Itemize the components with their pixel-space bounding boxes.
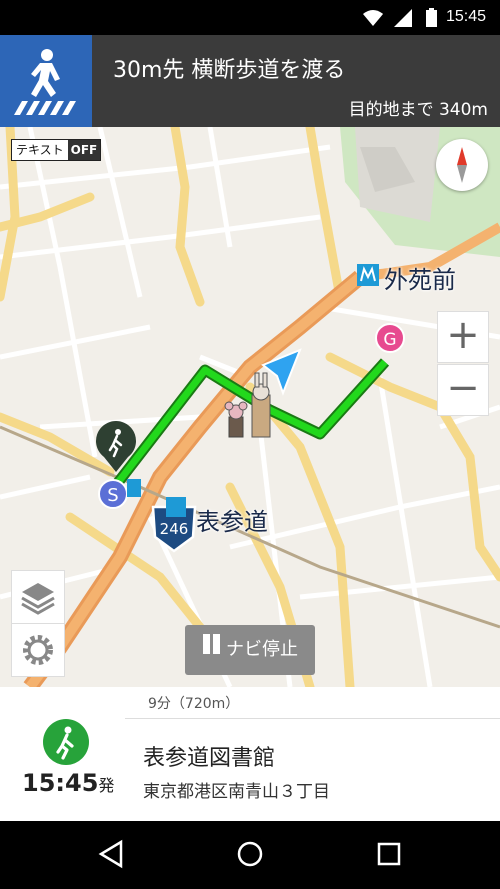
start-marker: S — [98, 479, 128, 509]
text-toggle-state: OFF — [67, 140, 101, 160]
compass-icon — [457, 147, 467, 183]
destination-name: 表参道図書館 — [143, 746, 276, 771]
wifi-icon — [363, 10, 383, 26]
divider — [125, 718, 500, 719]
recents-icon[interactable] — [374, 839, 404, 869]
map-base: S G 246 — [0, 127, 500, 687]
map-view[interactable]: S G 246 外苑前 表参道 テキスト OFF + − ナビ停止 — [0, 127, 500, 687]
svg-text:S: S — [107, 485, 118, 506]
stop-navigation-label: ナビ停止 — [226, 639, 298, 660]
android-navigation-bar — [0, 821, 500, 889]
svg-text:G: G — [383, 330, 396, 350]
pause-icon — [202, 625, 222, 675]
status-bar: 15:45 — [0, 0, 500, 35]
battery-icon — [426, 8, 437, 27]
character-rabbit-icon — [251, 372, 271, 438]
navigation-header: 30m先 横断歩道を渡る 目的地まで 340m — [0, 35, 500, 127]
walking-person-icon — [43, 719, 89, 765]
layers-icon — [21, 583, 55, 615]
zoom-in-button[interactable]: + — [437, 311, 489, 363]
back-icon[interactable] — [97, 839, 127, 869]
goal-marker: G — [375, 323, 405, 353]
signal-icon — [394, 9, 412, 27]
departure-suffix: 発 — [98, 776, 115, 795]
settings-button[interactable] — [11, 623, 65, 677]
departure-time: 15:45発 — [22, 769, 115, 797]
destination-address: 東京都港区南青山３丁目 — [143, 782, 330, 802]
character-mouse-icon — [224, 401, 248, 438]
stop-navigation-button[interactable]: ナビ停止 — [185, 625, 315, 675]
text-toggle[interactable]: テキスト OFF — [11, 139, 102, 161]
layers-button[interactable] — [11, 570, 65, 624]
home-icon[interactable] — [235, 839, 265, 869]
turn-instruction: 30m先 横断歩道を渡る — [113, 58, 346, 83]
clock: 15:45 — [445, 8, 486, 25]
compass-button[interactable] — [436, 139, 488, 191]
route-summary-panel[interactable]: 9分（720m） 15:45発 表参道図書館 東京都港区南青山３丁目 — [0, 687, 500, 821]
text-toggle-label: テキスト — [16, 143, 64, 157]
pedestrian-crossing-icon — [0, 35, 92, 127]
gear-icon — [23, 635, 53, 665]
zoom-out-button[interactable]: − — [437, 364, 489, 416]
station-label-gaienmae: 外苑前 — [384, 266, 456, 294]
svg-text:246: 246 — [160, 520, 189, 538]
route-duration: 9分（720m） — [148, 696, 240, 712]
station-label-omotesando: 表参道 — [196, 508, 268, 536]
remaining-distance: 目的地まで 340m — [348, 100, 488, 120]
